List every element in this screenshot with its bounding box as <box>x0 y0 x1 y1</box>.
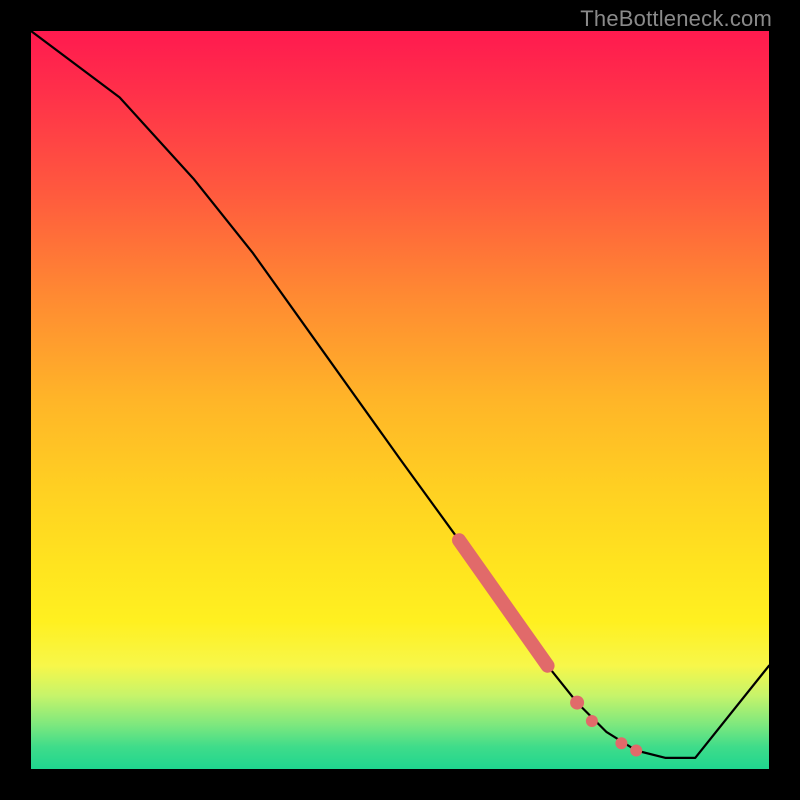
attribution-text: TheBottleneck.com <box>580 6 772 32</box>
highlight-dot <box>630 745 642 757</box>
highlight-dot <box>615 737 627 749</box>
highlight-segment <box>459 540 548 666</box>
highlight-dot <box>570 696 584 710</box>
highlight-dot <box>586 715 598 727</box>
main-curve <box>31 31 769 758</box>
plot-area <box>31 31 769 769</box>
chart-container: TheBottleneck.com <box>0 0 800 800</box>
curve-overlay <box>31 31 769 769</box>
